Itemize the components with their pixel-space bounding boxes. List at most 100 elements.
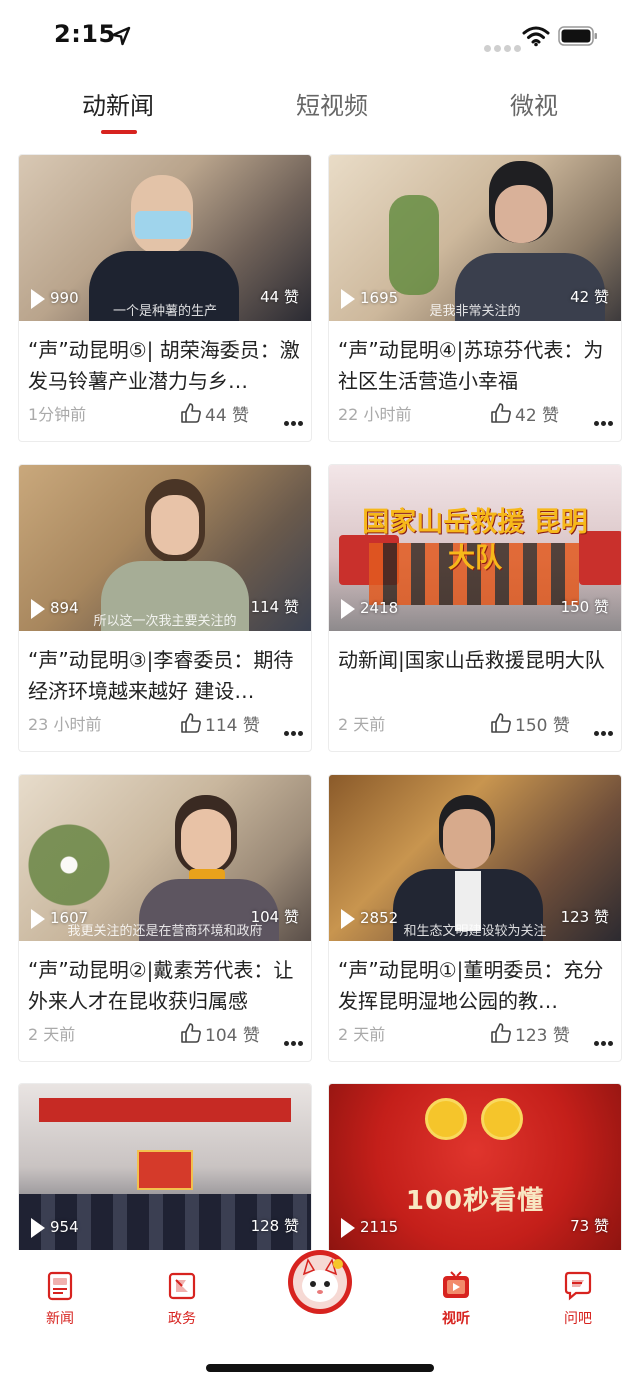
play-icon (341, 909, 355, 929)
tab-ask-label: 问吧 (564, 1311, 592, 1327)
video-thumbnail[interactable]: 100秒看懂 2115 73 赞 (329, 1084, 621, 1250)
post-time: 1分钟前 (28, 405, 87, 424)
more-options-icon[interactable] (592, 1031, 614, 1046)
battery-icon (558, 26, 597, 46)
play-icon (341, 599, 355, 619)
card-meta: 2 天前 104 赞 (28, 1021, 304, 1046)
gov-icon (168, 1272, 196, 1300)
wifi-icon (522, 26, 550, 47)
view-count: 894 (50, 599, 79, 617)
card-meta: 1分钟前 44 赞 (28, 401, 304, 426)
more-options-icon[interactable] (282, 411, 304, 426)
thumbs-up-icon[interactable] (180, 1022, 202, 1044)
thumbs-up-icon[interactable] (490, 1022, 512, 1044)
video-thumbnail[interactable]: 是我非常关注的 1695 42 赞 (329, 155, 621, 321)
tab-news-label: 新闻 (46, 1311, 74, 1327)
view-count: 2852 (360, 909, 399, 927)
view-count: 1607 (50, 909, 89, 927)
video-thumbnail[interactable]: 国家山岳救援 昆明大队 2418 150 赞 (329, 465, 621, 631)
video-card[interactable]: 和生态文明建设较为关注 2852 123 赞 “声”动昆明①|董明委员：充分发挥… (328, 774, 622, 1062)
signal-icon (484, 37, 524, 56)
card-title[interactable]: “声”动昆明③|李睿委员：期待经济环境越来越好 建设… (28, 645, 304, 707)
thumbs-up-icon[interactable] (490, 712, 512, 734)
video-card[interactable]: 我更关注的还是在营商环境和政府 1607 104 赞 “声”动昆明②|戴素芳代表… (18, 774, 312, 1062)
video-thumbnail[interactable]: 954 128 赞 (19, 1084, 311, 1250)
more-options-icon[interactable] (592, 721, 614, 736)
location-arrow-icon (111, 26, 131, 46)
media-icon (443, 1271, 469, 1298)
like-count: 114 赞 (205, 716, 260, 736)
tab-dongxinwen[interactable]: 动新闻 (82, 86, 154, 121)
view-count: 1695 (360, 289, 399, 307)
play-icon (341, 1218, 355, 1238)
tab-news[interactable]: 新闻 (20, 1270, 100, 1328)
play-icon (31, 289, 45, 309)
tab-ask[interactable]: 问吧 (538, 1270, 618, 1328)
card-title[interactable]: “声”动昆明①|董明委员：充分发挥昆明湿地公园的教… (338, 955, 614, 1017)
ask-icon (564, 1271, 592, 1301)
video-grid: 一个是种薯的生产 990 44 赞 “声”动昆明⑤| 胡荣海委员：激发马铃薯产业… (18, 154, 622, 1250)
view-count: 2115 (360, 1218, 399, 1236)
thumbnail-likes: 44 赞 (260, 288, 299, 306)
news-icon (47, 1271, 73, 1301)
video-overlay-text: 100秒看懂 (405, 1186, 545, 1216)
tab-government[interactable]: 政务 (142, 1270, 222, 1328)
bottom-tab-bar: 新闻 政务 视听 问吧 (0, 1250, 640, 1384)
tab-media[interactable]: 视听 (416, 1270, 496, 1328)
post-time: 23 小时前 (28, 715, 102, 734)
tab-government-label: 政务 (168, 1311, 196, 1327)
card-title[interactable]: “声”动昆明⑤| 胡荣海委员：激发马铃薯产业潜力与乡… (28, 335, 304, 397)
video-thumbnail[interactable]: 我更关注的还是在营商环境和政府 1607 104 赞 (19, 775, 311, 941)
video-card[interactable]: 954 128 赞 (18, 1083, 312, 1250)
like-count: 44 赞 (205, 406, 250, 426)
active-tab-indicator (101, 130, 137, 134)
home-indicator (206, 1364, 434, 1372)
view-count: 954 (50, 1218, 79, 1236)
thumbnail-likes: 114 赞 (250, 598, 299, 616)
post-time: 22 小时前 (338, 405, 412, 424)
tab-duanshipin[interactable]: 短视频 (296, 86, 368, 121)
play-icon (31, 1218, 45, 1238)
video-overlay-text: 国家山岳救援 昆明大队 (362, 507, 588, 574)
thumbnail-likes: 104 赞 (250, 908, 299, 926)
like-count: 42 赞 (515, 406, 560, 426)
post-time: 2 天前 (338, 715, 386, 734)
play-icon (341, 289, 355, 309)
tab-media-label: 视听 (442, 1311, 470, 1327)
video-card[interactable]: 100秒看懂 2115 73 赞 (328, 1083, 622, 1250)
card-title[interactable]: “声”动昆明④|苏琼芬代表：为社区生活营造小幸福 (338, 335, 614, 397)
video-card[interactable]: 国家山岳救援 昆明大队 2418 150 赞 动新闻|国家山岳救援昆明大队 2 … (328, 464, 622, 752)
video-card[interactable]: 一个是种薯的生产 990 44 赞 “声”动昆明⑤| 胡荣海委员：激发马铃薯产业… (18, 154, 312, 442)
top-tabs: 动新闻 短视频 微视 (0, 80, 640, 140)
post-time: 2 天前 (338, 1025, 386, 1044)
card-meta: 2 天前 150 赞 (338, 711, 614, 736)
tab-weishi[interactable]: 微视 (510, 86, 558, 121)
like-count: 150 赞 (515, 716, 570, 736)
status-time: 2:15 (54, 20, 116, 48)
like-count: 104 赞 (205, 1026, 260, 1046)
thumbnail-likes: 123 赞 (560, 908, 609, 926)
video-thumbnail[interactable]: 和生态文明建设较为关注 2852 123 赞 (329, 775, 621, 941)
more-options-icon[interactable] (282, 1031, 304, 1046)
thumbs-up-icon[interactable] (490, 402, 512, 424)
thumbs-up-icon[interactable] (180, 712, 202, 734)
thumbnail-likes: 150 赞 (560, 598, 609, 616)
card-title[interactable]: “声”动昆明②|戴素芳代表：让外来人才在昆收获归属感 (28, 955, 304, 1017)
more-options-icon[interactable] (282, 721, 304, 736)
view-count: 990 (50, 289, 79, 307)
more-options-icon[interactable] (592, 411, 614, 426)
video-card[interactable]: 是我非常关注的 1695 42 赞 “声”动昆明④|苏琼芬代表：为社区生活营造小… (328, 154, 622, 442)
card-meta: 2 天前 123 赞 (338, 1021, 614, 1046)
post-time: 2 天前 (28, 1025, 76, 1044)
thumbnail-likes: 42 赞 (570, 288, 609, 306)
video-thumbnail[interactable]: 一个是种薯的生产 990 44 赞 (19, 155, 311, 321)
thumbs-up-icon[interactable] (180, 402, 202, 424)
mascot-icon[interactable] (284, 1244, 356, 1316)
card-meta: 22 小时前 42 赞 (338, 401, 614, 426)
thumbnail-likes: 73 赞 (570, 1217, 609, 1235)
card-title[interactable]: 动新闻|国家山岳救援昆明大队 (338, 645, 614, 676)
play-icon (31, 909, 45, 929)
video-card[interactable]: 所以这一次我主要关注的 894 114 赞 “声”动昆明③|李睿委员：期待经济环… (18, 464, 312, 752)
status-bar: 2:15 (0, 0, 640, 66)
video-thumbnail[interactable]: 所以这一次我主要关注的 894 114 赞 (19, 465, 311, 631)
